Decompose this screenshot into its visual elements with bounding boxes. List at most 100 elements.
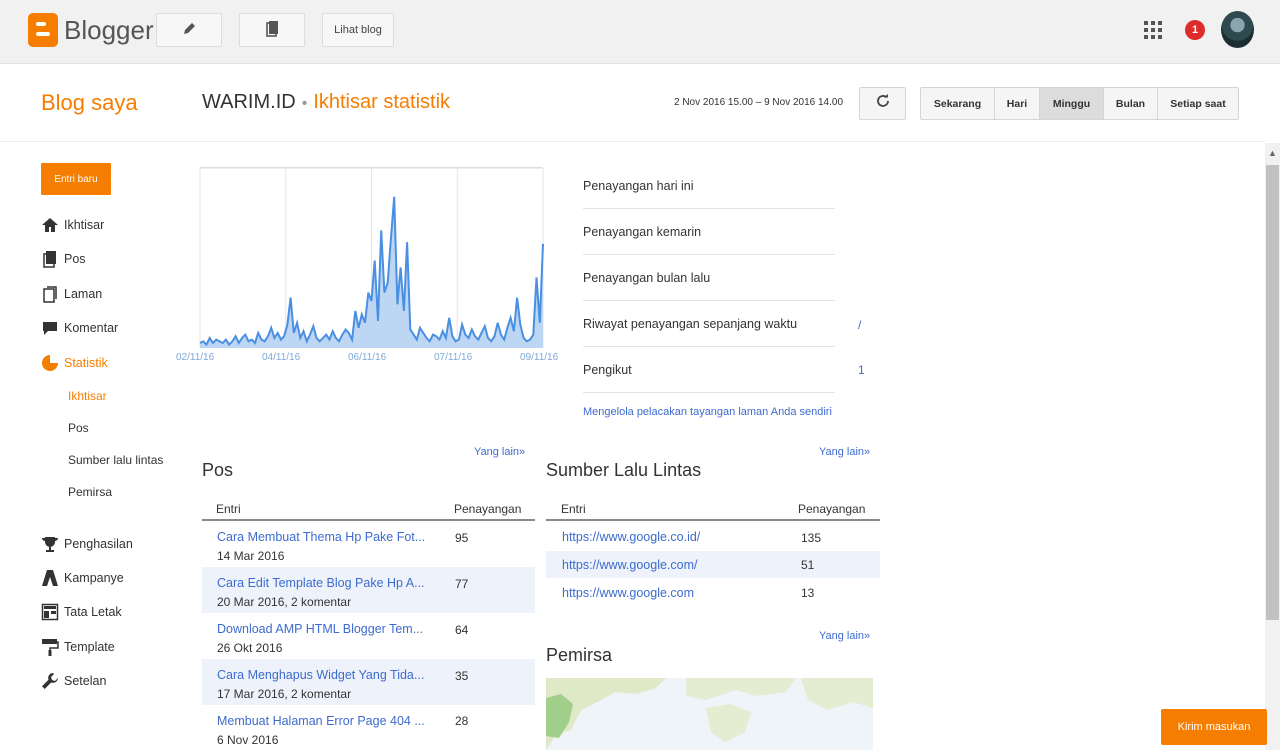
post-views: 95 <box>455 531 469 545</box>
posts-icon <box>264 20 280 41</box>
posts-panel-title: Pos <box>202 460 234 480</box>
posts-icon <box>41 250 59 268</box>
range-all-time-button[interactable]: Setiap saat <box>1158 88 1238 119</box>
sidebar-item-label: Penghasilan <box>64 537 133 551</box>
campaign-icon <box>41 569 59 587</box>
breadcrumb: WARIM.ID • Ikhtisar statistik <box>202 91 450 114</box>
post-title-link[interactable]: Download AMP HTML Blogger Tem... <box>217 622 423 636</box>
sidebar-subitem-audience[interactable]: Pemirsa <box>68 485 112 499</box>
post-title-link[interactable]: Membuat Halaman Error Page 404 ... <box>217 714 425 728</box>
pageviews-chart-svg <box>199 167 544 348</box>
new-post-pencil-button[interactable] <box>156 13 222 47</box>
stat-divider <box>583 392 835 393</box>
traffic-header-line <box>546 519 880 521</box>
traffic-source-link[interactable]: https://www.google.com/ <box>562 558 697 572</box>
traffic-source-link[interactable]: https://www.google.com <box>562 586 694 600</box>
sidebar-item-comments[interactable]: Komentar <box>41 318 118 338</box>
home-icon <box>41 216 59 234</box>
page-title: Ikhtisar statistik <box>313 91 451 113</box>
sidebar-subitem-posts[interactable]: Pos <box>68 421 89 435</box>
stat-views-today: Penayangan hari ini <box>583 179 694 193</box>
stat-followers-value[interactable]: 1 <box>858 363 865 377</box>
sidebar-item-label: Laman <box>64 287 103 301</box>
traffic-col-entry: Entri <box>561 502 586 516</box>
pageviews-chart <box>170 160 570 375</box>
layout-icon <box>41 603 59 621</box>
blog-name[interactable]: WARIM.ID <box>202 91 296 113</box>
traffic-views: 135 <box>801 531 822 545</box>
post-meta: 6 Nov 2016 <box>217 733 279 747</box>
sidebar-item-settings[interactable]: Setelan <box>41 671 106 691</box>
blogger-logo-text[interactable]: Blogger <box>64 15 154 46</box>
avatar[interactable] <box>1221 11 1254 48</box>
stat-divider <box>583 254 835 255</box>
sidebar-item-pages[interactable]: Laman <box>41 284 102 304</box>
sidebar-item-layout[interactable]: Tata Letak <box>41 602 122 622</box>
post-views: 35 <box>455 669 469 683</box>
refresh-button[interactable] <box>859 87 906 120</box>
posts-list-button[interactable] <box>239 13 305 47</box>
sidebar-subitem-overview[interactable]: Ikhtisar <box>68 389 107 403</box>
sidebar-item-label: Kampanye <box>64 571 124 585</box>
manage-tracking-link[interactable]: Mengelola pelacakan tayangan laman Anda … <box>583 406 832 418</box>
x-tick-label: 02/11/16 <box>176 352 215 363</box>
post-meta: 14 Mar 2016 <box>217 549 285 563</box>
traffic-views: 51 <box>801 558 815 572</box>
sidebar-item-campaigns[interactable]: Kampanye <box>41 568 124 588</box>
traffic-panel-title: Sumber Lalu Lintas <box>546 460 702 480</box>
audience-world-map <box>546 678 873 750</box>
post-title-link[interactable]: Cara Membuat Thema Hp Pake Fot... <box>217 530 425 544</box>
pie-chart-icon <box>41 354 59 372</box>
sidebar-item-label: Setelan <box>64 674 107 688</box>
post-meta: 17 Mar 2016, 2 komentar <box>217 687 352 701</box>
sidebar-item-overview[interactable]: Ikhtisar <box>41 215 104 235</box>
traffic-more-link[interactable]: Yang lain» <box>819 446 870 458</box>
stat-views-yesterday: Penayangan kemarin <box>583 225 702 239</box>
apps-grid-icon[interactable] <box>1144 21 1162 39</box>
sidebar-item-earnings[interactable]: Penghasilan <box>41 534 133 554</box>
post-views: 77 <box>455 577 469 591</box>
scrollbar-thumb[interactable] <box>1266 165 1279 620</box>
scroll-up-arrow-icon[interactable]: ▲ <box>1265 143 1280 163</box>
x-tick-label: 09/11/16 <box>520 352 559 363</box>
sidebar-item-posts[interactable]: Pos <box>41 249 86 269</box>
post-meta: 20 Mar 2016, 2 komentar <box>217 595 352 609</box>
sidebar-item-label: Pos <box>64 252 86 266</box>
stat-divider <box>583 300 835 301</box>
stat-followers: Pengikut <box>583 363 632 377</box>
pages-icon <box>41 285 59 303</box>
post-title-link[interactable]: Cara Menghapus Widget Yang Tida... <box>217 668 424 682</box>
breadcrumb-separator: • <box>301 95 308 112</box>
my-blog-title[interactable]: Blog saya <box>41 90 138 116</box>
range-week-button[interactable]: Minggu <box>1040 88 1104 119</box>
posts-col-views: Penayangan <box>454 502 522 516</box>
send-feedback-button[interactable]: Kirim masukan <box>1161 709 1267 745</box>
refresh-icon <box>875 93 891 114</box>
range-now-button[interactable]: Sekarang <box>921 88 995 119</box>
sidebar-subitem-traffic-sources[interactable]: Sumber lalu lintas <box>68 453 163 467</box>
new-post-button[interactable]: Entri baru <box>41 163 111 195</box>
posts-header-line <box>202 519 535 521</box>
date-range: 2 Nov 2016 15.00 – 9 Nov 2016 14.00 <box>674 97 844 108</box>
audience-panel-title: Pemirsa <box>546 645 613 665</box>
notification-badge[interactable]: 1 <box>1185 20 1205 40</box>
range-day-button[interactable]: Hari <box>995 88 1040 119</box>
comment-icon <box>41 319 59 337</box>
x-tick-label: 04/11/16 <box>262 352 301 363</box>
post-title-link[interactable]: Cara Edit Template Blog Pake Hp A... <box>217 576 425 590</box>
post-meta: 26 Okt 2016 <box>217 641 283 655</box>
stat-divider <box>583 346 835 347</box>
posts-more-link[interactable]: Yang lain» <box>474 446 525 458</box>
sidebar-item-label: Tata Letak <box>64 605 122 619</box>
view-blog-button[interactable]: Lihat blog <box>322 13 394 47</box>
x-tick-label: 06/11/16 <box>348 352 387 363</box>
trophy-icon <box>41 535 59 553</box>
blogger-logo-icon[interactable] <box>28 13 58 47</box>
sidebar-item-stats[interactable]: Statistik <box>41 353 108 373</box>
range-month-button[interactable]: Bulan <box>1104 88 1158 119</box>
traffic-col-views: Penayangan <box>798 502 866 516</box>
audience-more-link[interactable]: Yang lain» <box>819 630 870 642</box>
x-tick-label: 07/11/16 <box>434 352 473 363</box>
traffic-source-link[interactable]: https://www.google.co.id/ <box>562 530 700 544</box>
sidebar-item-template[interactable]: Template <box>41 637 115 657</box>
